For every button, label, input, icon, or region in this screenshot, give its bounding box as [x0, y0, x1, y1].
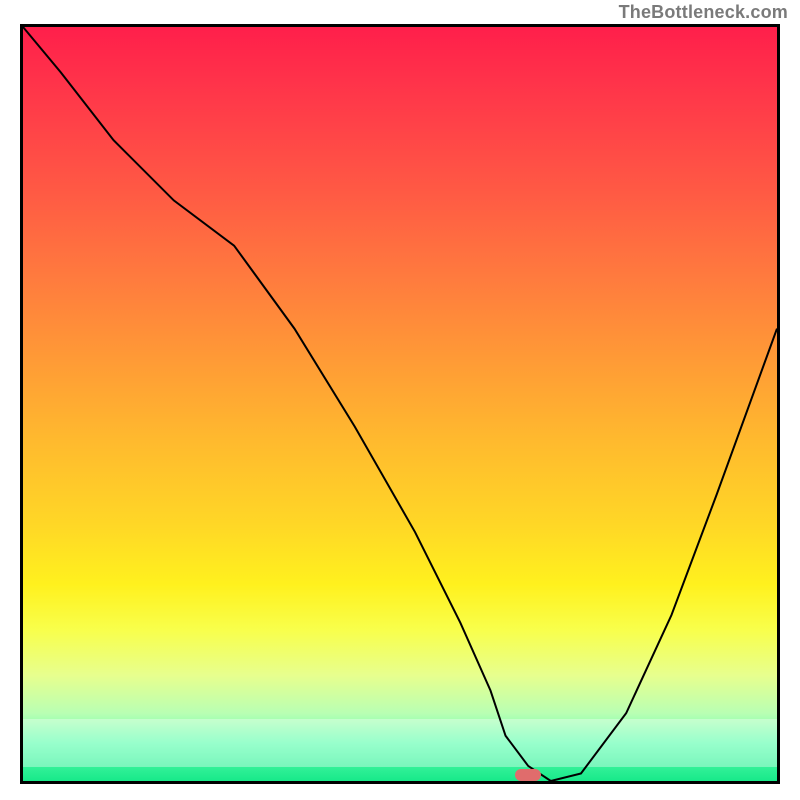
plot-area	[20, 24, 780, 784]
sweet-spot-marker	[515, 769, 541, 781]
bottleneck-curve	[23, 27, 777, 781]
attribution-label: TheBottleneck.com	[619, 2, 788, 23]
chart-stage: TheBottleneck.com	[0, 0, 800, 800]
curve-path	[23, 27, 777, 781]
plot-container	[20, 24, 780, 784]
